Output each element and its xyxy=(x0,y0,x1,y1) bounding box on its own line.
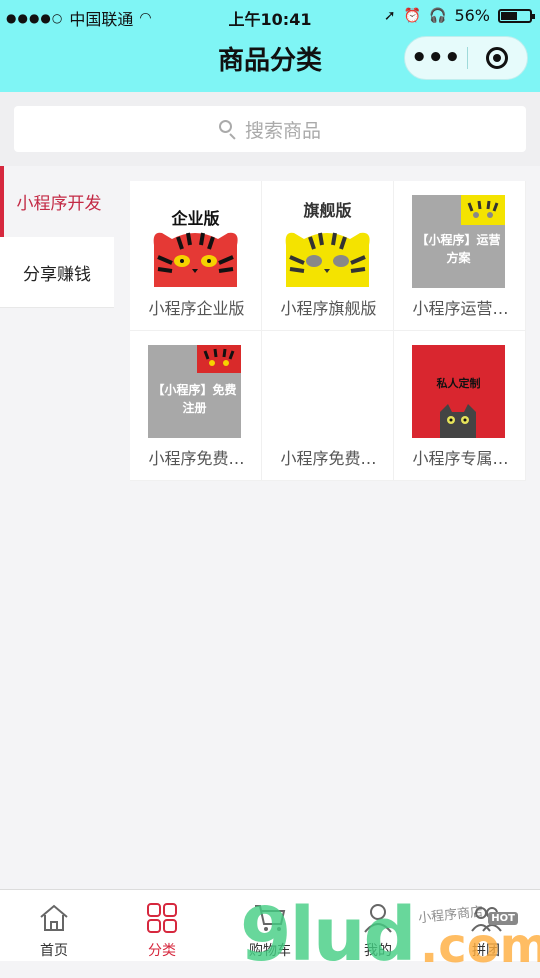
category-icon xyxy=(147,903,177,933)
tab-label: 购物车 xyxy=(249,943,291,959)
product-image-operations: 【小程序】运营方案 xyxy=(412,195,505,288)
product-image-enterprise: 企业版 xyxy=(148,195,243,290)
search-area: 搜索商品 xyxy=(0,92,540,166)
header-bar: ●●●●○ 中国联通 ◠ 上午10:41 ➚ ⏰ 🎧 56% 商品分类 ••• xyxy=(0,0,540,92)
search-input[interactable]: 搜索商品 xyxy=(14,106,526,152)
product-name: 小程序免费… xyxy=(280,449,377,468)
yellow-cat-icon xyxy=(285,232,370,287)
status-right: ➚ ⏰ 🎧 56% xyxy=(383,6,535,25)
product-name: 小程序免费… xyxy=(148,449,245,468)
product-name: 小程序专属… xyxy=(412,449,509,468)
search-placeholder: 搜索商品 xyxy=(244,119,321,142)
tab-label: 拼团 xyxy=(472,943,500,959)
bottom-tabbar: 首页 分类 购物车 我的 HOT 拼团 xyxy=(0,889,540,961)
product-card[interactable]: 企业版 小程序企业版 xyxy=(130,181,262,331)
tab-mine[interactable]: 我的 xyxy=(324,890,432,961)
tab-label: 我的 xyxy=(364,943,392,959)
battery-icon xyxy=(498,8,535,23)
tab-label: 首页 xyxy=(40,943,68,959)
battery-fill xyxy=(501,11,517,20)
product-name: 小程序运营… xyxy=(412,299,509,318)
sidebar-item-miniprogram-dev[interactable]: 小程序开发 xyxy=(0,166,114,237)
location-icon: ➚ xyxy=(383,7,396,24)
yellow-cat-badge-icon xyxy=(461,195,505,225)
home-icon xyxy=(40,904,68,931)
miniprogram-capsule: ••• xyxy=(404,36,528,80)
product-card[interactable]: 小程序免费… xyxy=(262,331,394,481)
product-grid: 企业版 小程序企业版 旗舰版 小程序旗舰版 【小程序】运营方案 小程序运营… 【… xyxy=(130,181,526,481)
product-image-flagship: 旗舰版 xyxy=(280,195,375,290)
sidebar-item-share-earn[interactable]: 分享赚钱 xyxy=(0,237,114,308)
tab-home[interactable]: 首页 xyxy=(0,890,108,961)
tab-category[interactable]: 分类 xyxy=(108,890,216,961)
search-icon xyxy=(218,120,237,140)
tab-cart[interactable]: 购物车 xyxy=(216,890,324,961)
product-name: 小程序旗舰版 xyxy=(280,299,377,318)
tab-label: 分类 xyxy=(148,943,176,959)
more-button[interactable]: ••• xyxy=(405,45,467,71)
product-image-blank xyxy=(280,345,375,440)
product-card[interactable]: 私人定制 小程序专属… xyxy=(394,331,526,481)
product-card[interactable]: 旗舰版 小程序旗舰版 xyxy=(262,181,394,331)
category-sidebar: 小程序开发 分享赚钱 xyxy=(0,166,114,308)
product-name: 小程序企业版 xyxy=(148,299,245,318)
product-card[interactable]: 【小程序】运营方案 小程序运营… xyxy=(394,181,526,331)
user-icon xyxy=(364,904,392,933)
battery-percent: 56% xyxy=(454,6,490,25)
headphones-icon: 🎧 xyxy=(429,7,447,24)
red-cat-icon xyxy=(153,232,238,287)
alarm-icon: ⏰ xyxy=(403,7,421,24)
product-image-free-register: 【小程序】免费注册 xyxy=(148,345,241,438)
gray-cat-icon xyxy=(440,404,476,438)
product-image-custom: 私人定制 xyxy=(412,345,505,438)
red-cat-badge-icon xyxy=(197,345,241,373)
tab-group-buy[interactable]: HOT 拼团 xyxy=(432,890,540,961)
product-card[interactable]: 【小程序】免费注册 小程序免费… xyxy=(130,331,262,481)
close-miniprogram-button[interactable] xyxy=(467,47,527,69)
hot-badge: HOT xyxy=(488,912,518,925)
status-bar: ●●●●○ 中国联通 ◠ 上午10:41 ➚ ⏰ 🎧 56% xyxy=(0,0,540,32)
target-icon xyxy=(486,47,509,69)
cart-icon xyxy=(255,905,286,931)
